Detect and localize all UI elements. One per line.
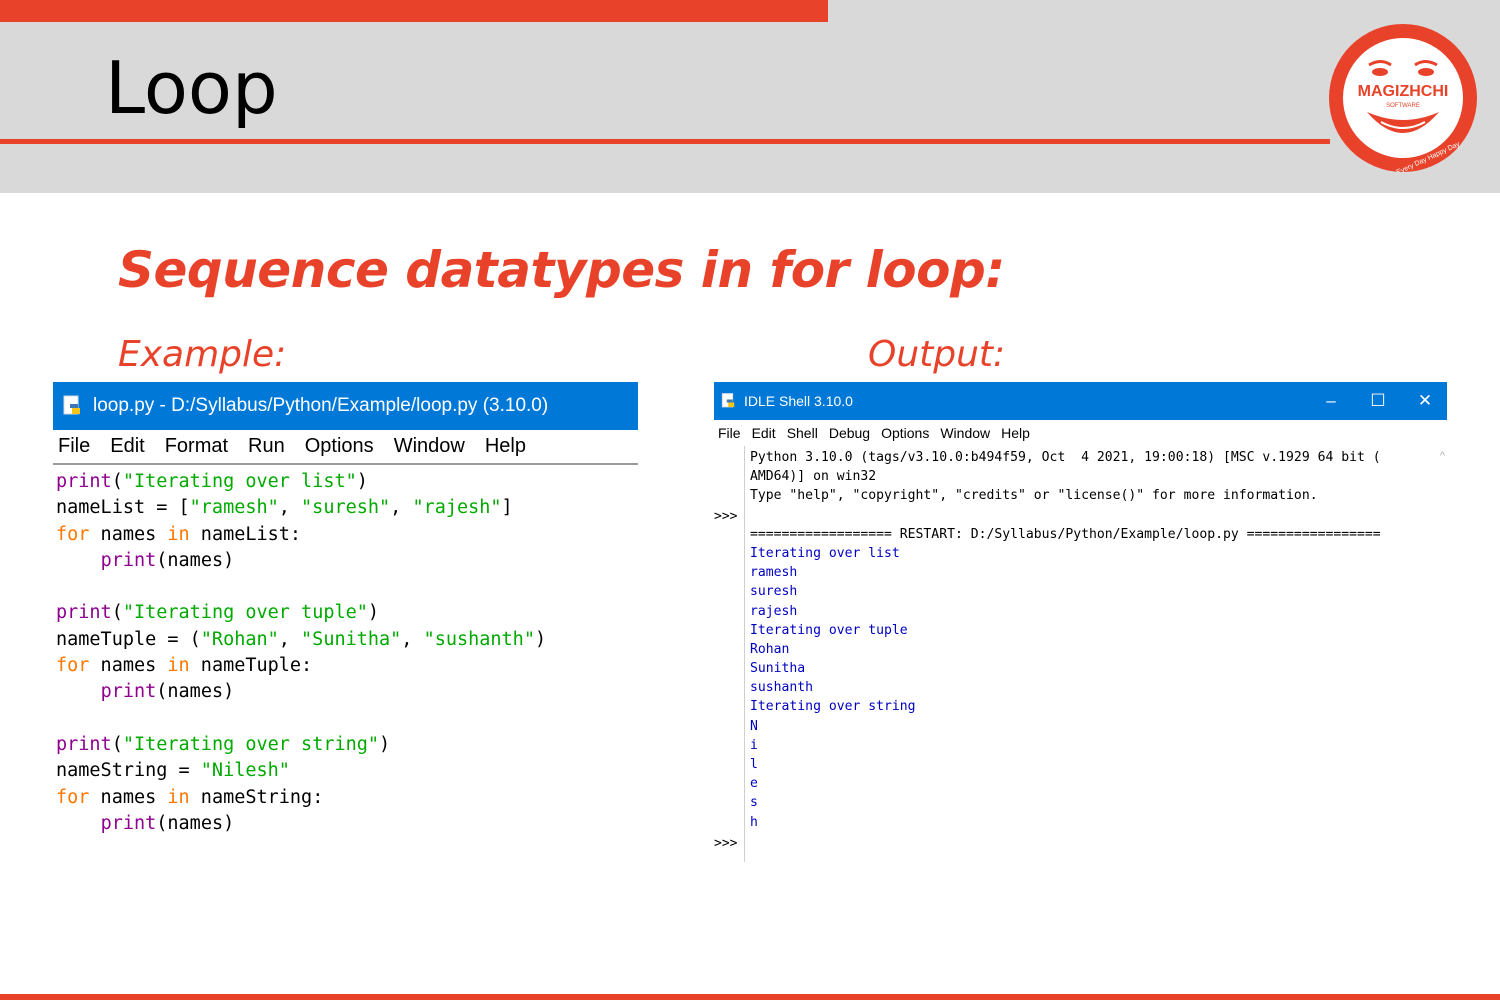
editor-menu-format[interactable]: Format	[165, 435, 228, 458]
editor-window: loop.py - D:/Syllabus/Python/Example/loo…	[53, 382, 638, 852]
editor-code-area[interactable]: print("Iterating over list") nameList = […	[53, 465, 638, 837]
shell-title: IDLE Shell 3.10.0	[744, 393, 853, 409]
editor-menu-file[interactable]: File	[58, 435, 90, 458]
editor-menu-edit[interactable]: Edit	[110, 435, 144, 458]
shell-output-line: e	[750, 776, 758, 792]
editor-title: loop.py - D:/Syllabus/Python/Example/loo…	[93, 395, 549, 416]
example-label: Example:	[118, 334, 287, 375]
shell-menubar: File Edit Shell Debug Options Window Hel…	[714, 420, 1447, 446]
minimize-button[interactable]: –	[1308, 382, 1354, 420]
code-line: nameTuple = ("Rohan", "Sunitha", "sushan…	[56, 628, 547, 650]
close-button[interactable]: ✕	[1402, 382, 1448, 420]
idle-icon	[721, 393, 735, 408]
shell-output-line: Iterating over string	[750, 699, 916, 715]
shell-output-line: Sunitha	[750, 661, 806, 677]
shell-window: IDLE Shell 3.10.0 – ☐ ✕ File Edit Shell …	[714, 382, 1447, 862]
code-line: print("Iterating over list")	[56, 471, 368, 492]
shell-blank-line	[750, 506, 1381, 525]
shell-output-line: Iterating over tuple	[750, 622, 908, 638]
code-line: print("Iterating over string")	[56, 733, 391, 755]
editor-menubar: File Edit Format Run Options Window Help	[53, 430, 638, 465]
scroll-up-arrow-icon[interactable]: ^	[1440, 450, 1445, 462]
maximize-button[interactable]: ☐	[1355, 382, 1401, 420]
shell-output-line: suresh	[750, 584, 798, 600]
code-line: for names in nameTuple:	[56, 655, 313, 677]
shell-output-line: Iterating over list	[750, 545, 900, 561]
slide-title: Loop	[105, 46, 278, 130]
shell-restart-line: ================== RESTART: D:/Syllabus/…	[750, 526, 1381, 542]
shell-output-line: sushanth	[750, 680, 814, 696]
prompt-gutter: >>> >>>	[714, 446, 745, 862]
shell-prompt: >>>	[714, 836, 738, 851]
shell-titlebar[interactable]: IDLE Shell 3.10.0 – ☐ ✕	[714, 382, 1447, 420]
shell-menu-file[interactable]: File	[718, 425, 741, 441]
shell-banner-line: Python 3.10.0 (tags/v3.10.0:b494f59, Oct…	[750, 450, 1381, 465]
shell-menu-options[interactable]: Options	[881, 425, 929, 441]
code-line: print(names)	[100, 812, 235, 834]
shell-body[interactable]: >>> >>> Python 3.10.0 (tags/v3.10.0:b494…	[714, 446, 1447, 862]
shell-prompt: >>>	[714, 509, 738, 524]
code-line: nameList = ["ramesh", "suresh", "rajesh"…	[56, 497, 513, 519]
code-line: for names in nameList:	[56, 523, 302, 545]
editor-titlebar[interactable]: loop.py - D:/Syllabus/Python/Example/loo…	[53, 382, 638, 430]
shell-output-area[interactable]: Python 3.10.0 (tags/v3.10.0:b494f59, Oct…	[750, 448, 1381, 832]
logo-brand: MAGIZHCHI	[1358, 83, 1449, 100]
shell-menu-debug[interactable]: Debug	[829, 425, 870, 441]
shell-banner-line: Type "help", "copyright", "credits" or "…	[750, 488, 1318, 504]
code-line: nameString = "Nilesh"	[56, 760, 290, 782]
code-line: for names in nameString:	[56, 786, 324, 808]
editor-menu-window[interactable]: Window	[394, 435, 465, 458]
code-line: print("Iterating over tuple")	[56, 602, 380, 624]
shell-output-line: N	[750, 718, 758, 734]
top-accent-bar	[0, 0, 828, 22]
editor-menu-options[interactable]: Options	[305, 435, 374, 458]
shell-menu-help[interactable]: Help	[1001, 425, 1030, 441]
title-underline	[0, 139, 1330, 144]
editor-menu-run[interactable]: Run	[248, 435, 285, 458]
output-label: Output:	[868, 334, 1006, 375]
shell-output-line: rajesh	[750, 603, 798, 619]
shell-menu-edit[interactable]: Edit	[752, 425, 776, 441]
shell-menu-window[interactable]: Window	[940, 425, 990, 441]
shell-output-line: h	[750, 814, 758, 830]
code-line: print(names)	[100, 549, 235, 571]
python-file-icon	[63, 395, 80, 415]
shell-output-line: Rohan	[750, 641, 790, 657]
editor-menu-help[interactable]: Help	[485, 435, 526, 458]
shell-menu-shell[interactable]: Shell	[787, 425, 818, 441]
magizhchi-logo: MAGIZHCHI SOFTWARE Every Day Happy Day	[1329, 24, 1477, 172]
shell-banner-line: AMD64)] on win32	[750, 469, 877, 485]
code-line: print(names)	[100, 681, 235, 703]
shell-output-line: i	[750, 737, 758, 753]
logo-sub: SOFTWARE	[1386, 103, 1420, 109]
shell-output-line: s	[750, 795, 758, 811]
bottom-accent-line	[0, 994, 1500, 1000]
section-heading: Sequence datatypes in for loop:	[118, 241, 1005, 299]
shell-output-line: ramesh	[750, 565, 798, 581]
shell-output-line: l	[750, 757, 758, 772]
